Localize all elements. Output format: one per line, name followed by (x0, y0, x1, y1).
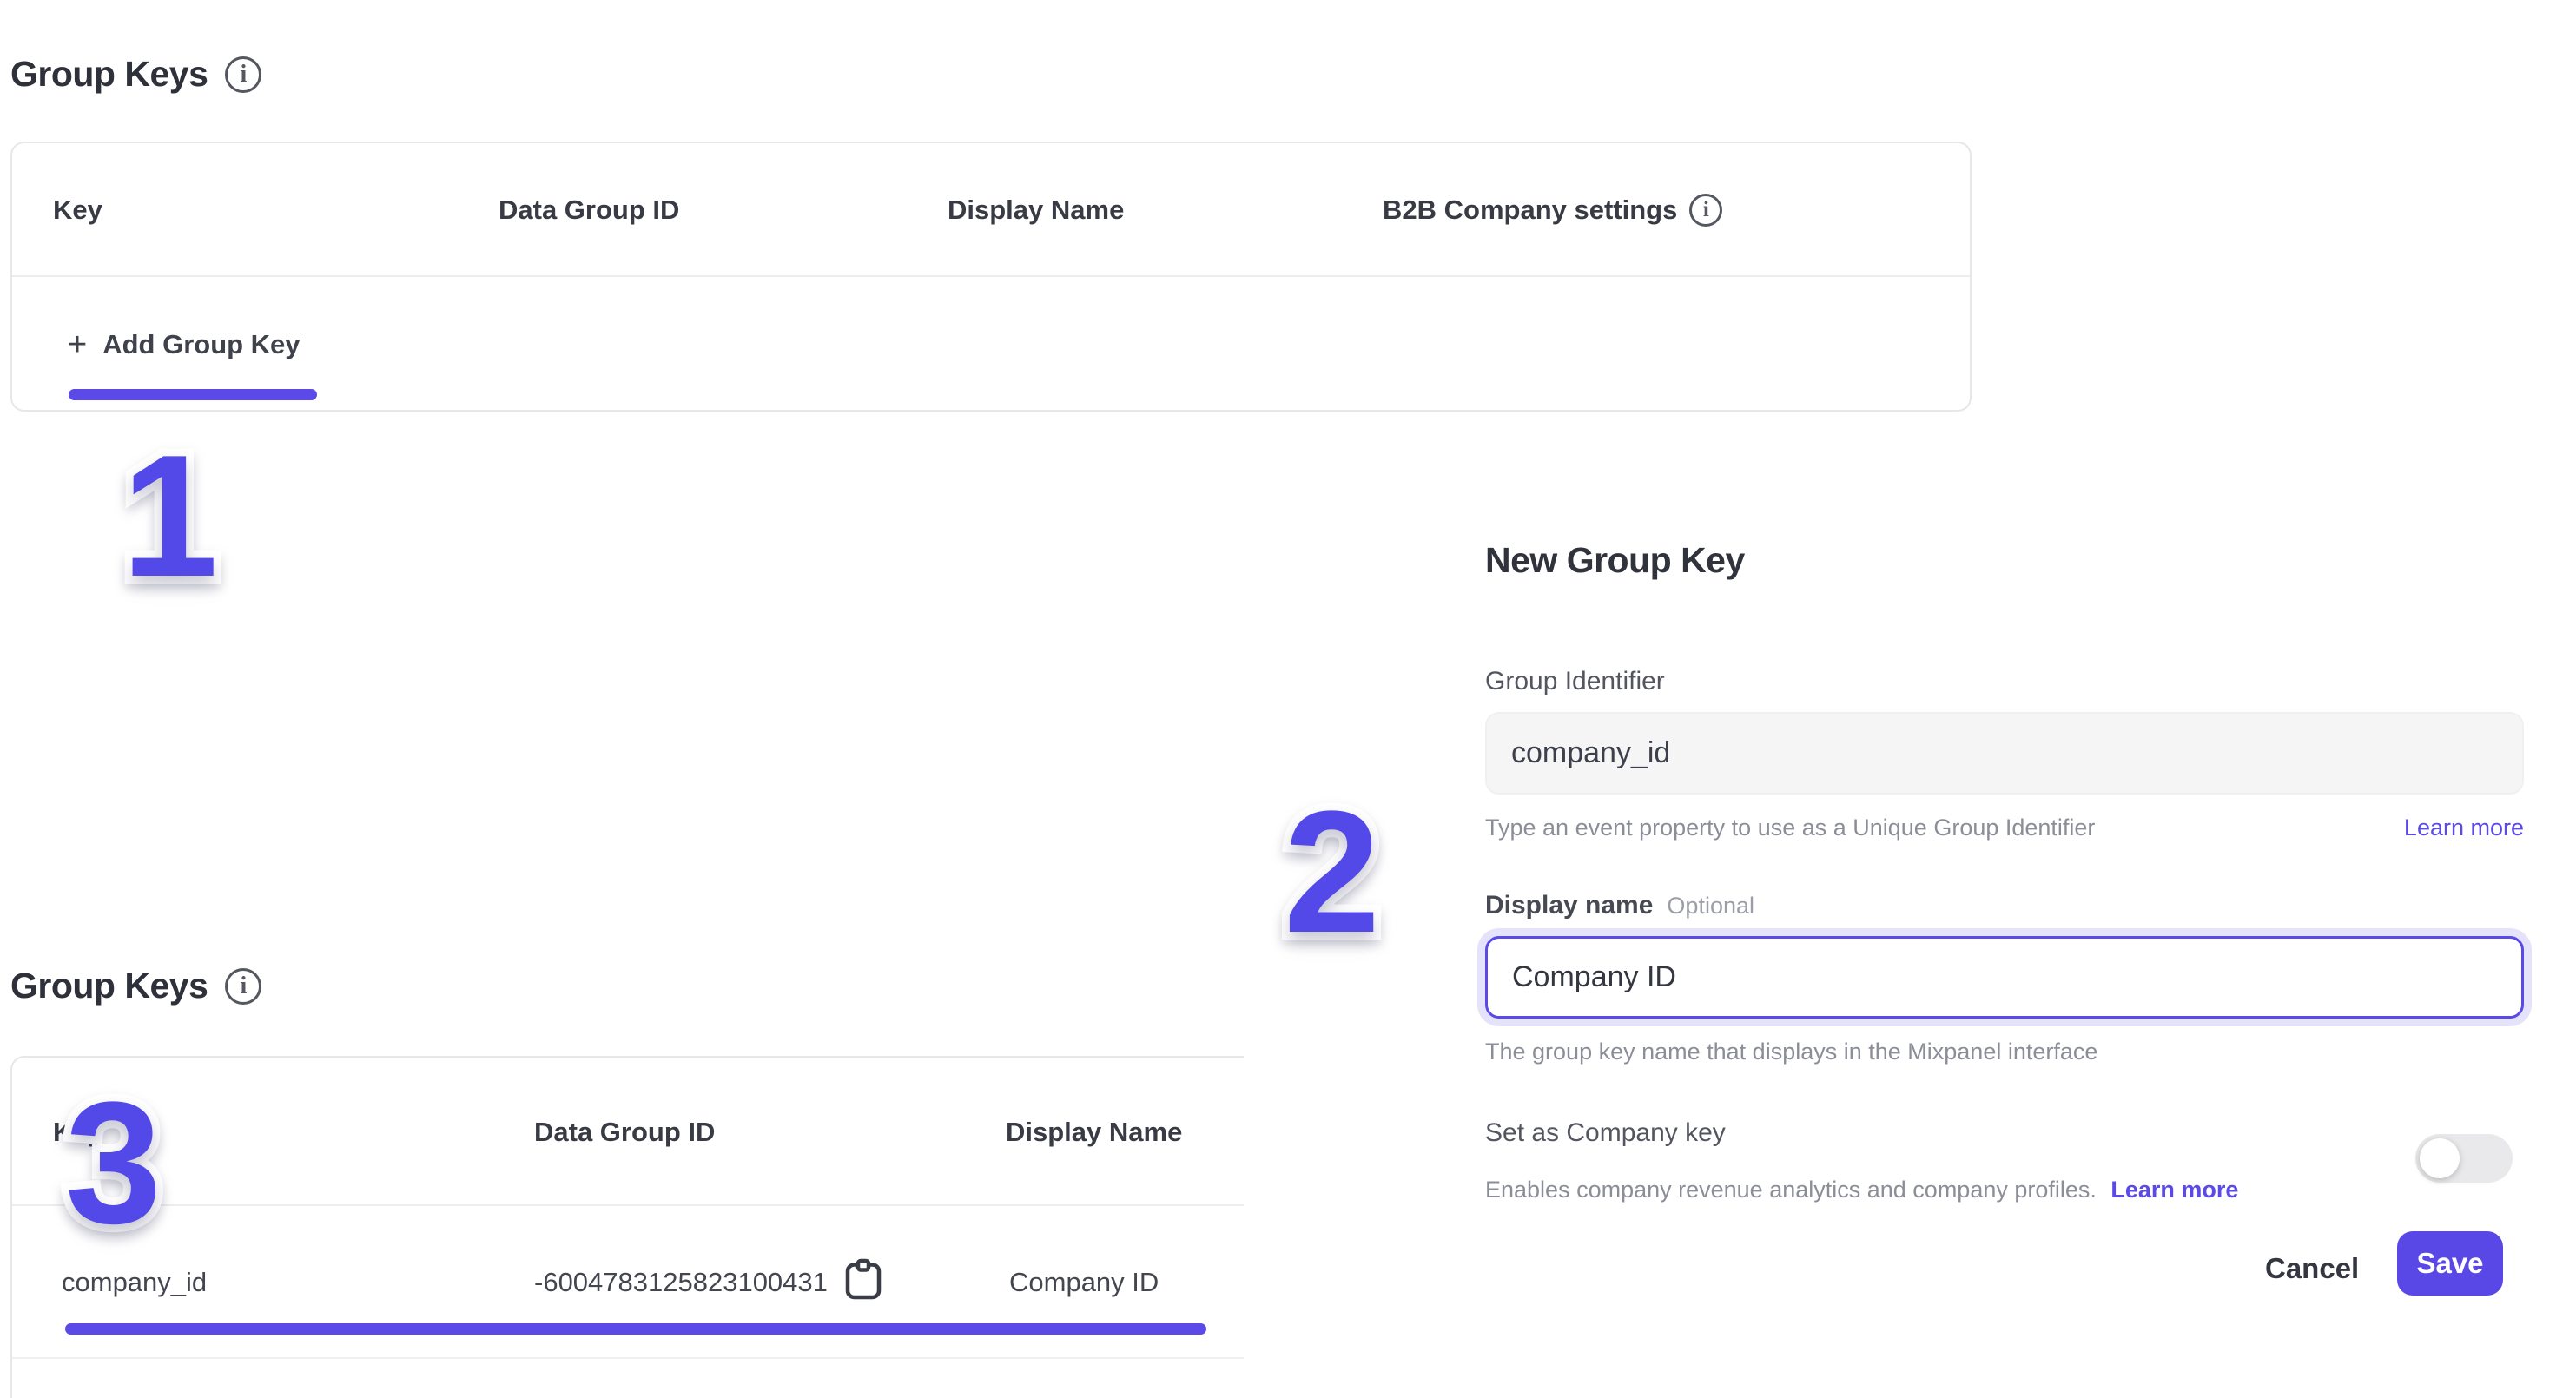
display-name-label-row: Display name Optional (1485, 891, 1754, 920)
cell-display-name: Company ID (1009, 1206, 1159, 1359)
display-name-helper: The group key name that displays in the … (1485, 1039, 2097, 1065)
cancel-button[interactable]: Cancel (2265, 1252, 2359, 1285)
company-key-label: Set as Company key (1485, 1118, 1726, 1148)
page-title: Group Keys (10, 966, 208, 1006)
info-icon-glyph: i (241, 973, 248, 1000)
group-keys-heading-bottom: Group Keys i (10, 966, 261, 1006)
info-icon-glyph: i (1703, 198, 1709, 222)
step-number-1: 1 (122, 430, 218, 603)
table-header-row: Key Data Group ID Display Name (12, 1058, 1244, 1206)
display-name-input[interactable] (1485, 936, 2524, 1019)
step-number-2: 2 (1284, 786, 1380, 959)
info-icon-glyph: i (241, 61, 248, 89)
optional-badge: Optional (1667, 893, 1754, 920)
company-key-toggle[interactable] (2415, 1134, 2513, 1183)
info-icon[interactable]: i (1689, 194, 1722, 227)
info-icon[interactable]: i (225, 56, 261, 93)
display-name-label: Display name (1485, 891, 1653, 920)
column-header-data-group-id: Data Group ID (499, 143, 679, 277)
column-header-display-name: Display Name (1006, 1058, 1182, 1206)
group-identifier-helper-row: Type an event property to use as a Uniqu… (1485, 814, 2524, 841)
copy-icon[interactable] (845, 1258, 882, 1307)
page-title: Group Keys (10, 54, 208, 95)
cell-data-group-id: -6004783125823100431 (534, 1206, 882, 1359)
learn-more-link[interactable]: Learn more (2404, 814, 2524, 841)
step3-highlight-underline (65, 1323, 1206, 1335)
group-identifier-label: Group Identifier (1485, 667, 1665, 696)
table-header-row: Key Data Group ID Display Name B2B Compa… (12, 143, 1970, 277)
toggle-knob (2420, 1138, 2460, 1178)
company-key-helper: Enables company revenue analytics and co… (1485, 1177, 2097, 1203)
column-header-key: Key (53, 143, 102, 277)
column-header-data-group-id: Data Group ID (534, 1058, 715, 1206)
group-keys-table-filled: Key Data Group ID Display Name company_i… (10, 1056, 1244, 1398)
group-keys-heading-top: Group Keys i (10, 54, 261, 95)
group-keys-table-empty: Key Data Group ID Display Name B2B Compa… (10, 142, 1972, 412)
group-keys-settings-page: Group Keys i Key Data Group ID Display N… (0, 0, 2576, 1398)
save-button[interactable]: Save (2397, 1231, 2503, 1296)
learn-more-link[interactable]: Learn more (2110, 1177, 2238, 1203)
group-identifier-input[interactable] (1485, 712, 2524, 795)
company-key-helper-row: Enables company revenue analytics and co… (1485, 1177, 2238, 1203)
column-header-b2b-settings: B2B Company settings i (1383, 143, 1722, 277)
add-group-key-label: Add Group Key (102, 329, 300, 360)
column-header-display-name: Display Name (948, 143, 1124, 277)
step-number-3: 3 (65, 1077, 162, 1250)
table-row: company_id -6004783125823100431 Company … (12, 1206, 1244, 1359)
plus-icon: + (68, 328, 87, 361)
group-identifier-helper: Type an event property to use as a Uniqu… (1485, 814, 2095, 841)
new-group-key-title: New Group Key (1485, 540, 1745, 581)
info-icon[interactable]: i (225, 968, 261, 1005)
step1-highlight-underline (69, 389, 317, 400)
